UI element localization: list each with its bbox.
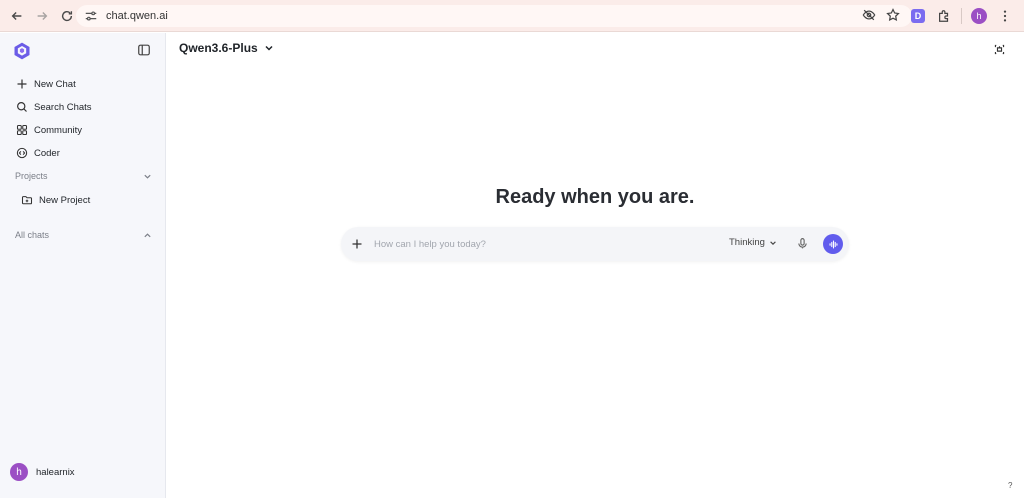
eye-off-icon[interactable] <box>862 8 876 22</box>
sidebar-item-new-chat[interactable]: New Chat <box>10 73 156 95</box>
sidebar-item-label: Community <box>34 124 83 136</box>
profile-avatar: h <box>971 8 987 24</box>
chevron-down-icon <box>770 240 776 245</box>
waveform-icon <box>829 240 837 248</box>
folder-plus-icon <box>21 196 33 205</box>
microphone-icon[interactable] <box>796 237 809 250</box>
site-settings-icon[interactable] <box>84 9 98 23</box>
toolbar-divider <box>961 8 962 24</box>
sidebar-item-label: Coder <box>34 147 60 159</box>
user-profile[interactable]: h halearnix <box>10 463 75 481</box>
browser-menu-button[interactable] <box>992 5 1018 27</box>
projects-label: Projects <box>15 171 48 181</box>
thinking-label: Thinking <box>729 237 765 248</box>
model-name: Qwen3.6-Plus <box>179 41 258 55</box>
sidebar: New Chat Search Chats Community Coder Pr… <box>0 33 166 498</box>
thinking-mode-dropdown[interactable]: Thinking <box>729 237 777 248</box>
temporary-chat-icon[interactable] <box>993 43 1006 56</box>
arrow-left-icon <box>11 11 22 20</box>
sidebar-item-community[interactable]: Community <box>10 119 156 141</box>
chevron-up-icon <box>144 232 151 237</box>
chevron-down-icon <box>144 174 151 179</box>
forward-button[interactable] <box>31 5 53 27</box>
chat-input-box: Thinking <box>341 227 849 261</box>
code-icon <box>16 147 28 159</box>
sidebar-item-coder[interactable]: Coder <box>10 142 156 164</box>
extensions-area: D h <box>905 5 1018 27</box>
chat-input[interactable] <box>374 236 694 252</box>
new-project-label: New Project <box>39 194 91 206</box>
new-project-button[interactable]: New Project <box>15 189 156 211</box>
qwen-logo-icon[interactable] <box>12 41 32 61</box>
voice-mode-button[interactable] <box>823 234 843 254</box>
search-icon <box>17 102 27 112</box>
projects-section-toggle[interactable]: Projects <box>15 168 152 184</box>
extension-d-icon: D <box>911 9 925 23</box>
sidebar-item-label: Search Chats <box>34 101 92 113</box>
reload-icon <box>61 10 73 21</box>
page-title: Ready when you are. <box>495 186 695 208</box>
chevron-down-icon <box>265 45 273 51</box>
help-button[interactable]: ? <box>1008 481 1012 490</box>
user-name: halearnix <box>36 466 75 478</box>
attach-plus-icon[interactable] <box>351 238 363 250</box>
extension-d-button[interactable]: D <box>905 5 931 27</box>
arrow-right-icon <box>37 11 48 20</box>
reload-button[interactable] <box>56 5 78 27</box>
kebab-menu-icon <box>1003 10 1007 22</box>
grid-icon <box>16 124 28 136</box>
browser-toolbar: chat.qwen.ai D h <box>0 0 1024 32</box>
extensions-button[interactable] <box>931 5 957 27</box>
sidebar-item-search-chats[interactable]: Search Chats <box>10 96 156 118</box>
sidebar-item-label: New Chat <box>34 78 76 90</box>
model-selector[interactable]: Qwen3.6-Plus <box>179 41 274 55</box>
all-chats-section-toggle[interactable]: All chats <box>15 227 152 243</box>
address-bar[interactable]: chat.qwen.ai <box>76 5 912 27</box>
puzzle-icon <box>939 10 949 22</box>
url-text: chat.qwen.ai <box>106 10 168 22</box>
profile-button[interactable]: h <box>966 5 992 27</box>
back-button[interactable] <box>6 5 28 27</box>
plus-icon <box>17 79 27 89</box>
avatar: h <box>10 463 28 481</box>
all-chats-label: All chats <box>15 230 50 240</box>
sidebar-toggle-icon[interactable] <box>137 43 151 57</box>
star-icon[interactable] <box>886 8 900 22</box>
